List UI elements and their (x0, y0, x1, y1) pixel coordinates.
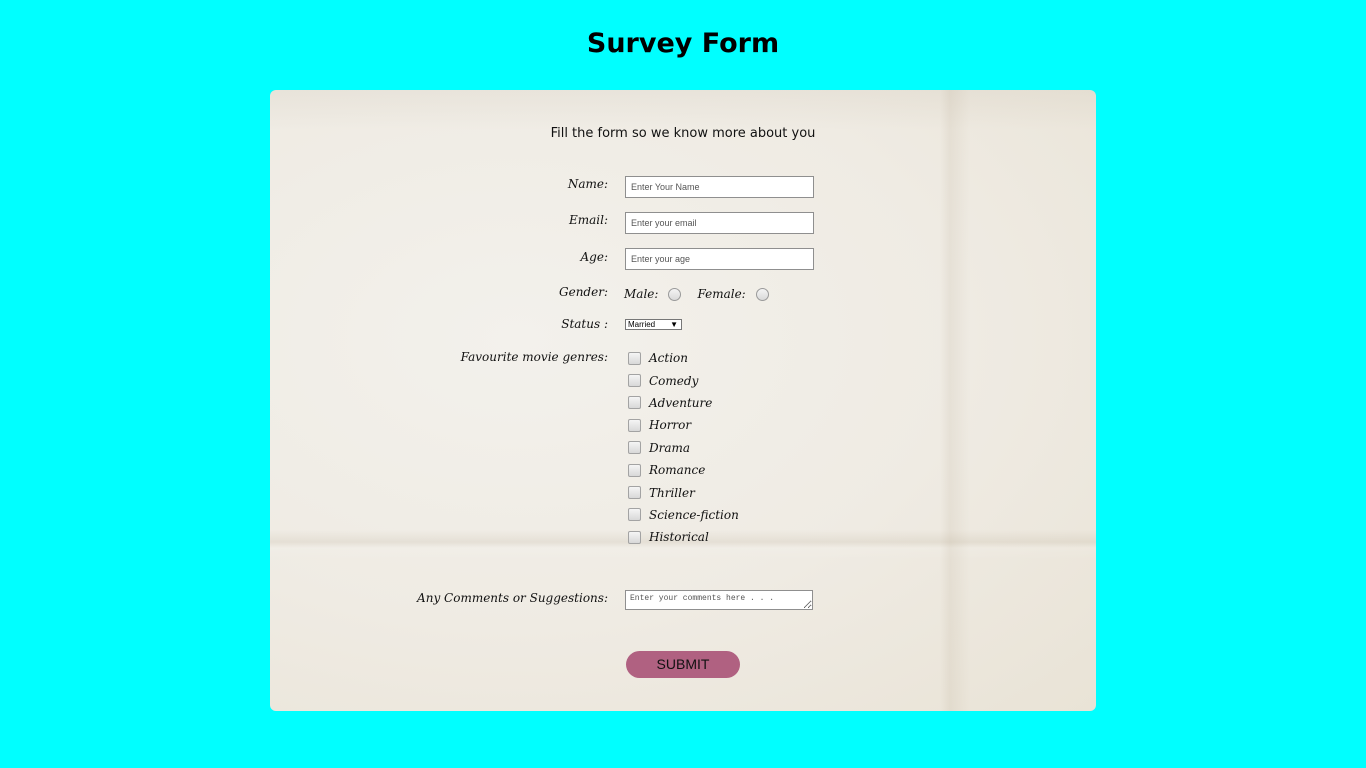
genres-checkbox-list: Action Comedy Adventure Horror Drama Rom… (628, 347, 739, 549)
gender-radio-group: Male: Female: (624, 286, 785, 302)
genre-item-thriller[interactable]: Thriller (628, 481, 739, 503)
gender-male-label: Male: (624, 287, 659, 301)
genre-label: Horror (649, 418, 692, 433)
genre-item-romance[interactable]: Romance (628, 459, 739, 481)
genre-label: Romance (649, 463, 706, 478)
survey-form-card: Fill the form so we know more about you … (270, 90, 1096, 711)
genre-item-drama[interactable]: Drama (628, 437, 739, 459)
name-input[interactable] (625, 176, 814, 198)
genre-item-horror[interactable]: Horror (628, 414, 739, 436)
status-label: Status : (561, 317, 608, 331)
genre-item-adventure[interactable]: Adventure (628, 392, 739, 414)
age-input[interactable] (625, 248, 814, 270)
genre-checkbox[interactable] (628, 396, 641, 410)
age-label: Age: (580, 250, 609, 264)
genre-label: Comedy (649, 373, 699, 388)
submit-button[interactable]: SUBMIT (626, 651, 740, 678)
genre-item-historical[interactable]: Historical (628, 526, 739, 548)
genre-label: Adventure (649, 395, 713, 410)
genre-checkbox[interactable] (628, 486, 641, 500)
genre-checkbox[interactable] (628, 441, 641, 455)
genre-checkbox[interactable] (628, 351, 641, 365)
gender-label: Gender: (559, 285, 608, 299)
genre-checkbox[interactable] (628, 530, 641, 544)
gender-female-label: Female: (697, 287, 746, 301)
page-title: Survey Form (586, 28, 780, 59)
genre-checkbox[interactable] (628, 508, 641, 522)
chevron-down-icon: ▼ (670, 320, 678, 329)
genre-item-comedy[interactable]: Comedy (628, 369, 739, 391)
genre-checkbox[interactable] (628, 418, 641, 432)
genre-item-action[interactable]: Action (628, 347, 739, 369)
genre-checkbox[interactable] (628, 463, 641, 477)
genre-label: Thriller (649, 485, 695, 500)
genre-label: Drama (649, 440, 691, 455)
genre-label: Action (649, 351, 688, 366)
form-subtitle: Fill the form so we know more about you (550, 126, 816, 141)
name-label: Name: (567, 177, 608, 191)
status-select[interactable]: Married ▼ (625, 319, 682, 330)
email-input[interactable] (625, 212, 814, 234)
genre-label: Historical (649, 530, 709, 545)
genre-label: Science-fiction (649, 507, 739, 522)
genre-checkbox[interactable] (628, 374, 641, 388)
genre-item-science-fiction[interactable]: Science-fiction (628, 504, 739, 526)
gender-female-radio[interactable] (755, 287, 769, 301)
status-selected-value: Married (628, 320, 656, 329)
email-label: Email: (568, 213, 608, 227)
gender-male-radio[interactable] (668, 287, 682, 301)
genres-label: Favourite movie genres: (460, 350, 608, 364)
comments-label: Any Comments or Suggestions: (417, 591, 608, 605)
comments-textarea[interactable] (625, 590, 813, 610)
